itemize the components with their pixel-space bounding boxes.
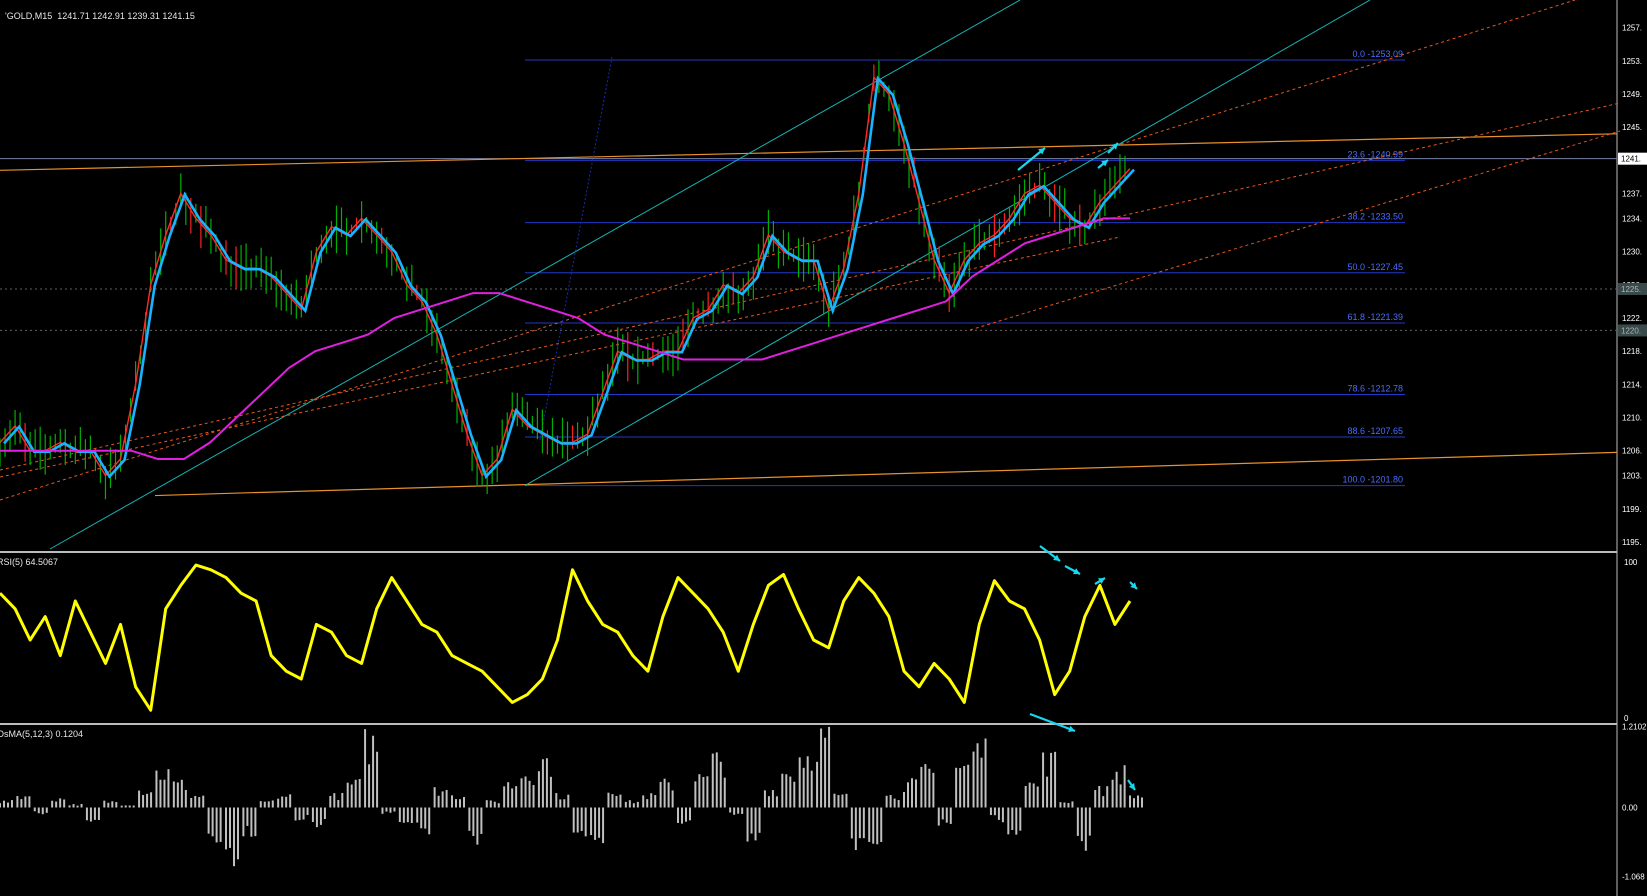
background <box>0 0 1647 896</box>
fib-level-label: 78.6 -1212.78 <box>1347 383 1403 393</box>
price-tick-label: 1237. <box>1622 190 1642 199</box>
price-tick-label: 1222. <box>1622 314 1642 323</box>
fib-level-label: 0.0 -1253.09 <box>1352 49 1403 59</box>
marker-price-label: 1220. <box>1621 326 1641 335</box>
price-tick-label: 1218. <box>1622 347 1642 356</box>
price-tick-label: 1230. <box>1622 248 1642 257</box>
symbol-title: 'GOLD,M15 1241.71 1242.91 1239.31 1241.1… <box>0 0 195 22</box>
osma-scale-min: -1.068 <box>1622 873 1645 882</box>
fib-level-label: 88.6 -1207.65 <box>1347 426 1403 436</box>
price-tick-label: 1245. <box>1622 123 1642 132</box>
price-tick-label: 1210. <box>1622 414 1642 423</box>
price-tick-label: 1249. <box>1622 90 1642 99</box>
osma-scale-mid: 0.00 <box>1622 804 1638 813</box>
rsi-scale-max: 100 <box>1624 558 1638 567</box>
price-tick-label: 1199. <box>1622 505 1641 514</box>
trading-chart[interactable]: 0.0 -1253.0923.6 -1240.9938.2 -1233.5050… <box>0 0 1647 896</box>
price-tick-label: 1206. <box>1622 447 1642 456</box>
price-tick-label: 1195. <box>1622 538 1641 547</box>
symbol-name: GOLD,M15 <box>6 11 53 21</box>
current-price-label: 1241. <box>1621 155 1641 164</box>
rsi-label: RSI(5) 64.5067 <box>0 557 59 567</box>
osma-label: OsMA(5,12,3) 0.1204 <box>0 729 84 739</box>
fib-level-label: 50.0 -1227.45 <box>1347 262 1403 272</box>
ohlc-values: 1241.71 1242.91 1239.31 1241.15 <box>57 11 195 21</box>
price-tick-label: 1203. <box>1622 472 1642 481</box>
price-tick-label: 1253. <box>1622 57 1642 66</box>
price-tick-label: 1214. <box>1622 380 1642 389</box>
fib-level-label: 61.8 -1221.39 <box>1347 312 1403 322</box>
fib-level-label: 38.2 -1233.50 <box>1347 212 1403 222</box>
price-tick-label: 1234. <box>1622 214 1642 223</box>
osma-scale-max: 1.2102 <box>1622 723 1647 732</box>
fib-level-label: 100.0 -1201.80 <box>1342 475 1403 485</box>
price-tick-label: 1257. <box>1622 24 1642 33</box>
marker-price-label: 1225. <box>1621 285 1641 294</box>
